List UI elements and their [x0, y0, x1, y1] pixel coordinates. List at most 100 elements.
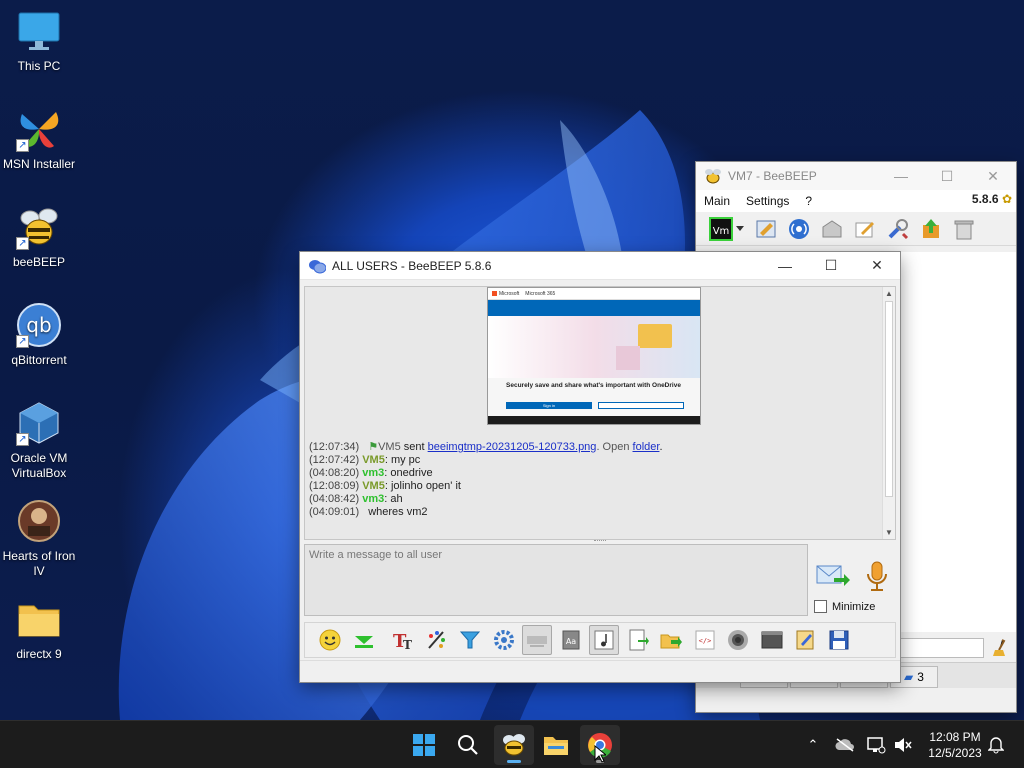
- desktop-icon-qbittorrent[interactable]: qb ↗ qBittorrent: [0, 302, 78, 368]
- close-button[interactable]: ✕: [970, 162, 1016, 190]
- terminal-button[interactable]: [757, 625, 787, 655]
- message-input-placeholder: Write a message to all user: [309, 549, 443, 561]
- broadcast-icon[interactable]: [786, 216, 812, 242]
- send-envelope-icon: [816, 565, 850, 586]
- checkbox-box[interactable]: [814, 600, 827, 613]
- shot-brand: Microsoft: [499, 290, 520, 297]
- sound-button[interactable]: [589, 625, 619, 655]
- maximize-button[interactable]: ☐: [808, 252, 854, 280]
- emoticon-button[interactable]: [315, 625, 345, 655]
- chat-log[interactable]: Microsoft Microsoft 365 Securely save an…: [304, 286, 896, 540]
- spellcheck-icon: [527, 636, 547, 647]
- onedrive-offline-icon[interactable]: [835, 735, 855, 755]
- bee-small-icon: ✿: [1001, 192, 1012, 206]
- menu-main[interactable]: Main: [704, 194, 730, 208]
- desktop-icon-this-pc[interactable]: This PC: [0, 8, 78, 74]
- desktop-icon-directx[interactable]: directx 9: [0, 596, 78, 662]
- all-users-chat-window[interactable]: ALL USERS - BeeBEEP 5.8.6 — ☐ ✕ Microsof…: [300, 252, 900, 682]
- desktop-icon-label: beeBEEP: [12, 255, 66, 269]
- chat-scrollbar[interactable]: ▲ ▼: [882, 287, 895, 539]
- show-hidden-icons-chevron-icon[interactable]: ⌃: [803, 735, 823, 755]
- svg-text:T: T: [403, 638, 412, 652]
- minimize-checkbox[interactable]: Minimize: [814, 600, 875, 613]
- filter-button[interactable]: [455, 625, 485, 655]
- write-note-icon[interactable]: [852, 216, 878, 242]
- minimize-button[interactable]: —: [878, 162, 924, 190]
- update-icon[interactable]: [918, 216, 944, 242]
- scroll-up-arrow-icon[interactable]: ▲: [883, 287, 895, 300]
- version-label: 5.8.6 ✿: [972, 192, 1012, 206]
- message-icon[interactable]: [819, 216, 845, 242]
- message-text: sent: [400, 441, 428, 453]
- vm7-title: VM7 - BeeBEEP: [728, 169, 817, 183]
- maximize-button[interactable]: ☐: [924, 162, 970, 190]
- menu-help[interactable]: ?: [805, 194, 812, 208]
- gear-icon: [493, 630, 514, 650]
- search-button[interactable]: [448, 725, 488, 765]
- dictionary-button[interactable]: Aa: [556, 625, 586, 655]
- file-link[interactable]: beeimgtmp-20231205-120733.png: [428, 441, 597, 453]
- shortcut-arrow-icon: ↗: [16, 237, 29, 250]
- notes-button[interactable]: [790, 625, 820, 655]
- font-color-button[interactable]: [422, 625, 452, 655]
- shot-header: Microsoft Microsoft 365: [488, 288, 700, 300]
- vm-status-button[interactable]: Vm: [708, 216, 746, 242]
- chat-statusbar: [300, 660, 900, 682]
- html-button[interactable]: </>: [690, 625, 720, 655]
- volume-muted-icon[interactable]: [893, 735, 913, 755]
- taskbar-file-explorer[interactable]: [536, 725, 576, 765]
- splitter-handle[interactable]: [594, 540, 606, 543]
- desktop-icon-virtualbox[interactable]: ↗ Oracle VM VirtualBox: [0, 400, 78, 481]
- save-button[interactable]: [824, 625, 854, 655]
- notepad-icon: [796, 630, 814, 650]
- message-list: (12:07:34) ⚑VM5 sent beeimgtmp-20231205-…: [309, 441, 663, 519]
- notification-bell-icon[interactable]: [986, 735, 1006, 755]
- smiley-icon: [319, 629, 341, 651]
- desktop-icon-hearts-of-iron[interactable]: Hearts of Iron IV: [0, 498, 78, 579]
- network-icon[interactable]: [866, 735, 886, 755]
- windows-logo-icon: [413, 734, 435, 756]
- voice-message-button[interactable]: [864, 560, 890, 596]
- bee-icon: ↗: [16, 204, 62, 250]
- microphone-icon: [867, 561, 887, 591]
- hide-emoticons-button[interactable]: [349, 625, 379, 655]
- broom-icon[interactable]: [990, 638, 1010, 658]
- chat-titlebar[interactable]: ALL USERS - BeeBEEP 5.8.6 — ☐ ✕: [300, 252, 900, 280]
- folder-link[interactable]: folder: [633, 441, 660, 453]
- vm7-titlebar[interactable]: VM7 - BeeBEEP — ☐ ✕: [696, 162, 1016, 190]
- settings-button[interactable]: [489, 625, 519, 655]
- user-search-input[interactable]: [894, 638, 984, 658]
- clock-time: 12:08 PM: [929, 730, 981, 744]
- taskbar-beebeep[interactable]: [494, 725, 534, 765]
- mouse-cursor-icon: [594, 745, 606, 763]
- taskbar-chrome[interactable]: [580, 725, 620, 765]
- send-button[interactable]: [816, 560, 850, 594]
- spellcheck-button[interactable]: [522, 625, 552, 655]
- shared-screenshot-image[interactable]: Microsoft Microsoft 365 Securely save an…: [487, 287, 701, 425]
- edit-profile-icon[interactable]: [753, 216, 779, 242]
- save-chat-button[interactable]: [623, 625, 653, 655]
- close-button[interactable]: ✕: [854, 252, 900, 280]
- minimize-label: Minimize: [832, 600, 876, 613]
- scroll-down-arrow-icon[interactable]: ▼: [883, 526, 895, 539]
- desktop-icon-label: qBittorrent: [11, 353, 67, 367]
- message-text: .: [659, 441, 663, 453]
- desktop-icon-msn-installer[interactable]: ↗ MSN Installer: [0, 106, 78, 172]
- desktop-icon-beebeep[interactable]: ↗ beeBEEP: [0, 204, 78, 270]
- message-input[interactable]: Write a message to all user: [304, 544, 808, 616]
- message-text: : my pc: [384, 454, 421, 466]
- minimize-button[interactable]: —: [762, 252, 808, 280]
- send-file-button[interactable]: [656, 625, 686, 655]
- font-button[interactable]: TT: [388, 625, 418, 655]
- folder-send-icon: [660, 634, 682, 649]
- tools-icon[interactable]: [885, 216, 911, 242]
- scrollbar-thumb[interactable]: [885, 301, 893, 497]
- chat-icon: ▰: [904, 670, 914, 684]
- start-button[interactable]: [404, 725, 444, 765]
- screenshot-button[interactable]: [723, 625, 753, 655]
- desktop-icon-label: Hearts of Iron IV: [2, 549, 76, 578]
- menu-settings[interactable]: Settings: [746, 194, 789, 208]
- trash-icon[interactable]: [951, 216, 977, 242]
- message-row: (04:08:42) vm3: ah: [309, 493, 663, 506]
- system-clock[interactable]: 12:08 PM 12/5/2023: [920, 729, 990, 761]
